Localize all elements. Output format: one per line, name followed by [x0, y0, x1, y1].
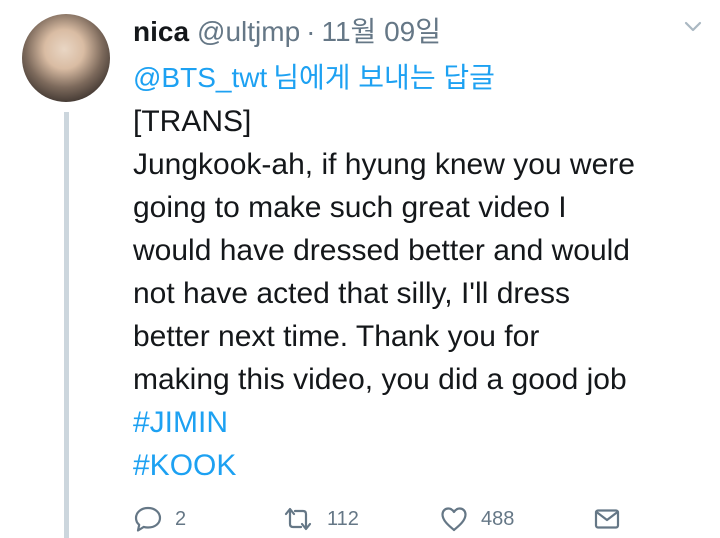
hashtag-link[interactable]: #KOOK [133, 444, 703, 487]
body-line: better next time. Thank you for [133, 320, 540, 353]
body-line: [TRANS] [133, 105, 252, 138]
tweet-body: [TRANS] Jungkook-ah, if hyung knew you w… [133, 100, 703, 487]
body-line: Jungkook-ah, if hyung knew you were [133, 148, 635, 181]
author-handle[interactable]: @ultjmp [197, 16, 300, 48]
reply-count: 2 [175, 507, 187, 530]
tweet-actions: 2 112 488 [133, 505, 633, 537]
tweet-header: nica @ultjmp · 11월 09일 [133, 10, 441, 48]
envelope-icon [592, 505, 622, 533]
reply-mention[interactable]: @BTS_twt [133, 62, 267, 93]
body-line: making this video, you did a good job [133, 363, 627, 396]
retweet-count: 112 [327, 507, 359, 530]
reply-icon [133, 505, 163, 533]
body-line: going to make such great video I [133, 191, 567, 224]
direct-message-button[interactable] [592, 505, 622, 533]
header-separator: · [306, 16, 316, 47]
retweet-icon [281, 505, 315, 533]
reply-button[interactable]: 2 [133, 505, 186, 533]
body-line: would have dressed better and would [133, 234, 630, 267]
chevron-down-icon[interactable] [684, 18, 702, 36]
hashtag-link[interactable]: #JIMIN [133, 401, 703, 444]
reply-context: @BTS_twt 님에게 보내는 답글 [133, 56, 495, 96]
body-line: not have acted that silly, I'll dress [133, 277, 571, 310]
like-count: 488 [481, 507, 515, 530]
tweet-date[interactable]: 11월 09일 [321, 10, 441, 50]
avatar[interactable] [22, 14, 110, 102]
reply-suffix: 님에게 보내는 답글 [273, 62, 495, 93]
heart-icon [439, 505, 469, 533]
retweet-button[interactable]: 112 [281, 505, 359, 533]
like-button[interactable]: 488 [439, 505, 514, 533]
author-name[interactable]: nica [133, 16, 189, 48]
thread-line [64, 112, 69, 538]
